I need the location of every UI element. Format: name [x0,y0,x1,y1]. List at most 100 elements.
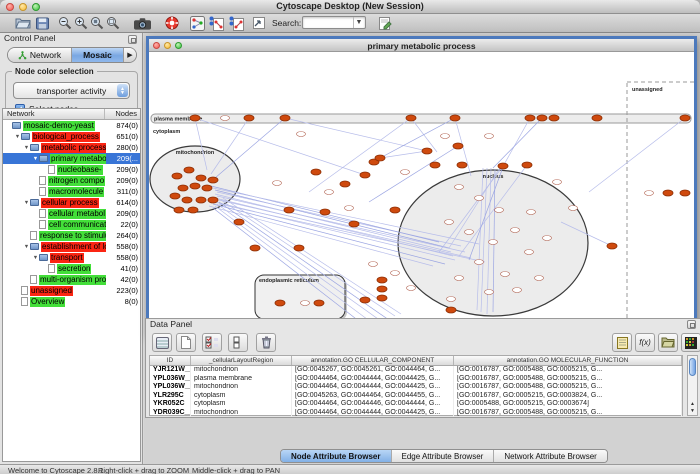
tree-row[interactable]: Overview8(0) [3,296,140,307]
tree-row[interactable]: multi-organism pro42(0) [3,274,140,285]
tree-row-label: transport [50,253,84,263]
tree-column-nodes[interactable]: Nodes [104,109,140,119]
table-row[interactable]: YJR121W__1mitochondrion[GO:0045267, GO:0… [150,366,682,375]
tab-mosaic[interactable]: Mosaic [72,48,124,62]
table-cell: [GO:0016787, GO:0005488, GO:0005215, G..… [454,375,682,384]
table-row[interactable]: YKR052Ccytoplasm[GO:0044464, GO:0044446,… [150,400,682,409]
svg-text:mitochondrion: mitochondrion [176,150,215,156]
zoom-in-icon[interactable] [72,15,89,31]
import-network-icon[interactable] [250,15,267,31]
control-panel-tabs: Network Mosaic ▶ [7,47,137,63]
float-panel-icon[interactable] [687,320,696,329]
expand-arrow-icon[interactable]: ▼ [14,134,21,140]
tree-row[interactable]: cell communicat22(0) [3,219,140,230]
save-session-icon[interactable] [34,15,51,31]
open-session-icon[interactable] [14,15,31,31]
formula-builder-icon[interactable]: f(x) [635,333,655,352]
tree-row[interactable]: mosaic-demo-yeast874(0) [3,120,140,131]
tree-row[interactable]: nucleobase-209(0) [3,164,140,175]
expand-arrow-icon[interactable]: ▼ [23,145,30,151]
table-cell: cytoplasm [191,400,292,409]
expand-arrow-icon[interactable]: ▼ [23,244,30,250]
folder-icon [30,243,39,250]
tab-edge-attribute-browser[interactable]: Edge Attribute Browser [392,450,495,462]
network-overview-icon[interactable] [189,15,206,31]
tree-row[interactable]: macromolecule311(0) [3,186,140,197]
new-network-selected-nodes-icon[interactable] [208,15,225,31]
scrollbar-arrows-icon[interactable]: ▲▼ [688,401,697,415]
table-scrollbar[interactable]: ▲▼ [687,355,698,416]
tree-row-count: 614(0) [106,198,140,207]
tree-row[interactable]: ▼transport558(0) [3,252,140,263]
tree-row[interactable]: ▼cellular process614(0) [3,197,140,208]
select-attributes-icon[interactable] [202,333,222,352]
scrollbar-thumb[interactable] [689,358,696,376]
tab-node-attribute-browser[interactable]: Node Attribute Browser [281,450,392,462]
attribute-table: ID_cellularLayoutRegionannotation.GO CEL… [149,355,683,416]
network-window-titlebar[interactable]: primary metabolic process [149,39,694,52]
column-header[interactable]: annotation.GO MOLECULAR_FUNCTION [454,356,682,365]
snapshot-camera-icon[interactable] [134,15,151,31]
column-header[interactable]: _cellularLayoutRegion [191,356,292,365]
file-icon [48,165,55,174]
data-panel: Data Panel f(x) [145,318,700,418]
import-attributes-icon[interactable] [658,333,678,352]
float-panel-icon[interactable] [128,35,137,44]
network-glyph-icon [18,51,27,60]
expand-arrow-icon[interactable]: ▼ [32,156,39,162]
app-titlebar[interactable]: Cytoscape Desktop (New Session) [0,0,700,14]
attribute-table-header[interactable]: ID_cellularLayoutRegionannotation.GO CEL… [150,356,682,366]
combo-stepper-icon[interactable]: ▲▼ [117,84,128,97]
tab-network-attribute-browser[interactable]: Network Attribute Browser [494,450,606,462]
attribute-notes-icon[interactable] [612,333,632,352]
table-row[interactable]: YLR295Ccytoplasm[GO:0045263, GO:0044464,… [150,392,682,401]
table-row[interactable]: YPL036W__2plasma membrane[GO:0044464, GO… [150,375,682,384]
tree-column-network[interactable]: Network [3,109,104,119]
new-network-all-edges-icon[interactable] [228,15,245,31]
tree-row[interactable]: ▼biological_process651(0) [3,131,140,142]
tree-row[interactable]: cellular metabol209(0) [3,208,140,219]
attribute-table-icon[interactable] [152,333,172,352]
attribute-matrix-icon[interactable] [681,333,700,352]
tree-row[interactable]: response to stimulu264(0) [3,230,140,241]
search-dropdown-icon[interactable]: ▼ [353,17,364,28]
zoom-out-icon[interactable] [56,15,73,31]
table-row[interactable]: YDR039C__1mitochondrion[GO:0044464, GO:0… [150,409,682,418]
network-view-window[interactable]: primary metabolic process plasma membran… [146,36,697,336]
new-attribute-icon[interactable] [176,333,196,352]
tree-row-count: 8(0) [106,297,140,306]
tree-row[interactable]: unassigned223(0) [3,285,140,296]
expand-arrow-icon[interactable]: ▼ [32,255,39,261]
table-row[interactable]: YPL036W__1mitochondrion[GO:0044464, GO:0… [150,383,682,392]
table-cell: [GO:0016787, GO:0005488, GO:0005215, G..… [454,366,682,375]
help-lifesaver-icon[interactable] [163,15,180,31]
tree-row[interactable]: ▼establishment of lo558(0) [3,241,140,252]
status-zoom-hint: Right-click + drag to ZOOM [98,466,189,474]
tab-network[interactable]: Network [8,48,72,62]
tree-row[interactable]: ▼metabolic process280(0) [3,142,140,153]
zoom-selected-icon[interactable] [104,15,121,31]
tree-row-label: nitrogen compo [48,176,105,186]
zoom-fit-icon[interactable] [88,15,105,31]
network-tree-header[interactable]: Network Nodes [3,109,140,120]
tab-overflow-button[interactable]: ▶ [124,48,136,62]
table-cell: [GO:0016787, GO:0005488, GO:0005215, G..… [454,409,682,418]
network-graph: plasma membranecytoplasmmitochondrionnuc… [149,52,694,333]
tree-row-label: cellular metabol [48,209,106,219]
search-input[interactable]: ▼ [302,16,366,29]
tree-row[interactable]: secretion41(0) [3,263,140,274]
node-color-combo[interactable]: transporter activity ▲▼ [13,82,130,99]
tree-row[interactable]: nitrogen compo209(0) [3,175,140,186]
import-annotation-icon[interactable] [376,15,393,31]
tree-row[interactable]: ▼primary metabo209(... [3,153,140,164]
table-cell: mitochondrion [191,383,292,392]
column-header[interactable]: annotation.GO CELLULAR_COMPONENT [292,356,454,365]
delete-attribute-icon[interactable] [256,333,276,352]
group-legend: Node color selection [12,67,97,76]
expand-arrow-icon[interactable]: ▼ [23,200,30,206]
unselect-attributes-icon[interactable] [228,333,248,352]
tab-mosaic-label: Mosaic [83,50,112,60]
table-cell: [GO:0044464, GO:0044444, GO:0044425, G..… [292,375,454,384]
column-header[interactable]: ID [150,356,191,365]
network-canvas[interactable]: plasma membranecytoplasmmitochondrionnuc… [149,52,694,333]
